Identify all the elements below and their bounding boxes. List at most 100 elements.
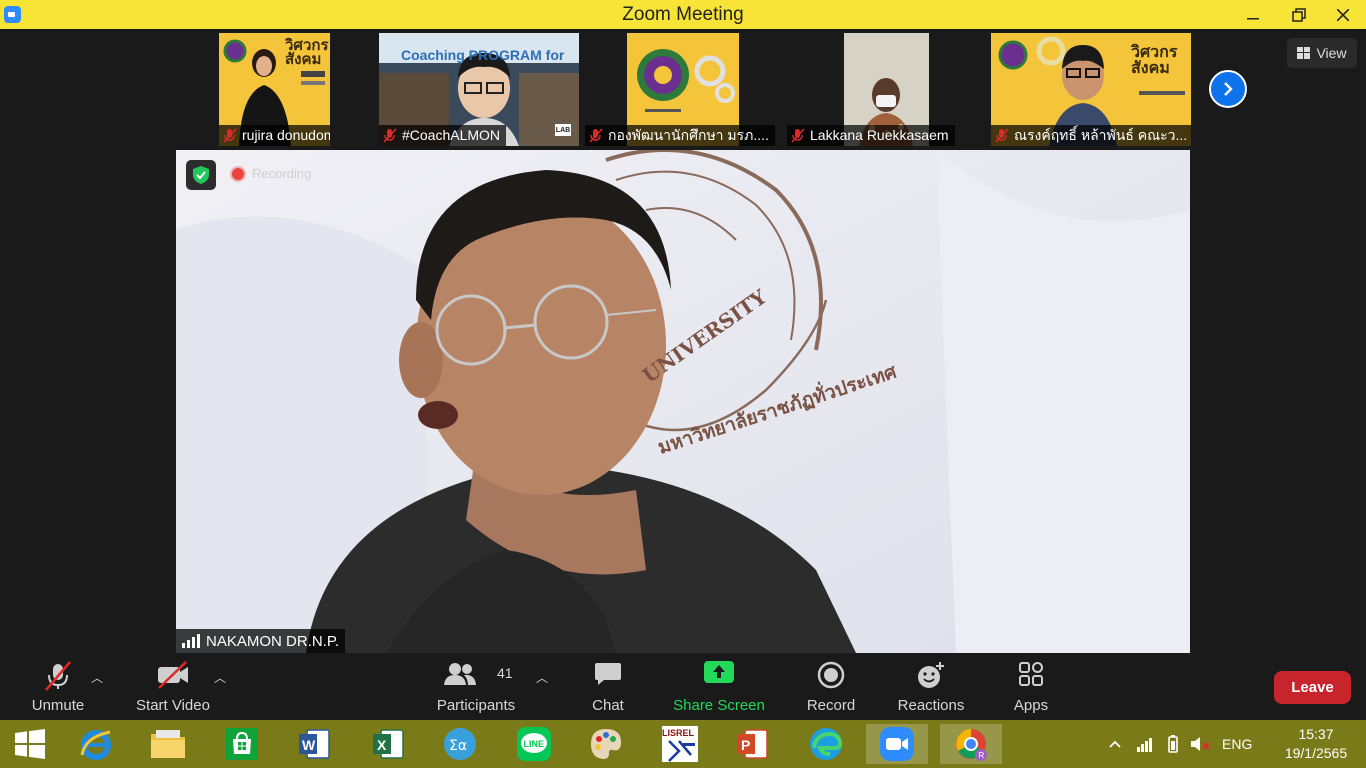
clock[interactable]: 15:37 19/1/2565	[1276, 725, 1356, 763]
clock-time: 15:37	[1298, 726, 1334, 742]
taskbar-zoom[interactable]	[866, 724, 928, 764]
close-button[interactable]	[1320, 0, 1366, 29]
word-icon: W	[299, 729, 330, 759]
record-button[interactable]: Record	[800, 653, 862, 720]
svg-text:W: W	[302, 737, 316, 753]
view-label: View	[1316, 45, 1347, 61]
chat-label: Chat	[592, 697, 624, 714]
share-screen-label: Share Screen	[673, 697, 765, 714]
edge-icon	[810, 728, 843, 760]
svg-text:LINE: LINE	[524, 739, 545, 749]
taskbar-store[interactable]	[222, 724, 262, 764]
muted-mic-icon	[223, 128, 237, 143]
svg-text:R: R	[979, 751, 985, 760]
network-signal-icon[interactable]	[1136, 736, 1154, 752]
participant-tile[interactable]: วิศวกร สังคม rujira donudom	[219, 33, 330, 146]
participants-options-caret-icon[interactable]: ︿	[536, 669, 548, 686]
input-language[interactable]: ENG	[1222, 736, 1252, 752]
share-screen-button[interactable]: Share Screen	[668, 653, 770, 720]
speaker-name-label: NAKAMON DR.N.P.	[176, 629, 346, 653]
clock-date: 19/1/2565	[1284, 745, 1348, 761]
speaker-name: NAKAMON DR.N.P.	[206, 632, 340, 650]
signal-strength-icon	[182, 634, 200, 648]
meeting-toolbar: Unmute ︿ Start Video ︿ 41 Participants ︿…	[0, 653, 1366, 720]
video-options-caret-icon[interactable]: ︿	[214, 669, 226, 686]
svg-text:Σα: Σα	[449, 738, 467, 754]
active-speaker-video[interactable]: UNIVERSITY มหาวิทยาลัยราชภัฏทั่วประเทศ R…	[176, 150, 1190, 653]
muted-mic-icon	[589, 128, 603, 143]
powerpoint-icon: P	[737, 729, 768, 759]
volume-muted-icon[interactable]	[1190, 735, 1210, 753]
poster-text: Coaching PROGRAM for	[401, 47, 565, 63]
line-app-icon: LINE	[517, 727, 551, 761]
math-input-icon: Σα	[444, 728, 476, 760]
minimize-button[interactable]	[1230, 0, 1276, 29]
taskbar-powerpoint[interactable]: P	[732, 724, 772, 764]
chat-icon	[595, 663, 621, 685]
reactions-button[interactable]: Reactions	[892, 653, 970, 720]
poster-text: วิศวกร สังคม	[1131, 44, 1178, 77]
participant-tile[interactable]: Lakkana Ruekkasaem	[787, 33, 971, 146]
taskbar-lisrel[interactable]: LISREL	[660, 724, 700, 764]
security-shield-button[interactable]	[186, 160, 216, 190]
svg-text:P: P	[741, 737, 750, 753]
muted-mic-icon	[45, 661, 71, 691]
participant-name-label: #CoachALMON	[379, 125, 507, 146]
svg-text:X: X	[377, 737, 387, 753]
close-icon	[1337, 8, 1349, 21]
muted-mic-icon	[995, 128, 1009, 143]
participant-name-label: ณรงค์ฤทธิ์ หล้าพันธ์ คณะว...	[991, 125, 1191, 146]
taskbar-file-explorer[interactable]	[148, 724, 188, 764]
paint-palette-icon	[591, 729, 622, 759]
participant-name: กองพัฒนานักศึกษา มรภ....	[608, 127, 769, 143]
taskbar-edge[interactable]	[806, 724, 846, 764]
reactions-label: Reactions	[897, 697, 965, 714]
view-button[interactable]: View	[1287, 38, 1357, 68]
maximize-button[interactable]	[1276, 0, 1322, 29]
excel-icon: X	[373, 729, 404, 759]
participant-name: #CoachALMON	[402, 127, 501, 143]
apps-button[interactable]: Apps	[1006, 653, 1056, 720]
taskbar-word[interactable]: W	[294, 724, 334, 764]
minimize-icon	[1247, 17, 1259, 19]
window-title: Zoom Meeting	[622, 4, 744, 25]
zoom-app-icon	[880, 727, 914, 761]
taskbar: W X Σα LINE LISREL P R ENG 15:37 19/1/25…	[0, 720, 1366, 768]
grid-view-icon	[1297, 47, 1311, 59]
taskbar-line[interactable]: LINE	[514, 724, 554, 764]
battery-icon[interactable]	[1164, 735, 1182, 753]
lisrel-icon: LISREL	[662, 726, 698, 762]
unmute-button[interactable]: Unmute	[20, 653, 96, 720]
folder-icon	[151, 730, 185, 758]
participant-name-label: กองพัฒนานักศึกษา มรภ....	[585, 125, 775, 146]
record-label: Record	[806, 697, 856, 714]
poster-text: วิศวกร สังคม	[285, 37, 329, 68]
taskbar-excel[interactable]: X	[368, 724, 408, 764]
apps-label: Apps	[1013, 697, 1049, 714]
next-page-button[interactable]	[1209, 70, 1247, 108]
record-icon	[817, 661, 845, 689]
participants-button[interactable]: 41 Participants	[432, 653, 520, 720]
chat-button[interactable]: Chat	[580, 653, 636, 720]
participant-tile[interactable]: Coaching PROGRAM for LAB #CoachALMON	[379, 33, 579, 146]
muted-mic-icon	[791, 128, 805, 143]
leave-button[interactable]: Leave	[1274, 671, 1351, 704]
start-video-button[interactable]: Start Video	[130, 653, 216, 720]
audio-options-caret-icon[interactable]: ︿	[91, 669, 103, 686]
recording-indicator[interactable]: Recording	[232, 166, 311, 181]
participants-label: Participants	[436, 697, 516, 714]
store-icon	[226, 728, 258, 760]
taskbar-chrome[interactable]: R	[940, 724, 1002, 764]
taskbar-paint[interactable]	[586, 724, 626, 764]
start-button[interactable]	[10, 724, 50, 764]
taskbar-math-input[interactable]: Σα	[440, 724, 480, 764]
participant-count: 41	[497, 665, 513, 681]
show-hidden-icons-icon[interactable]	[1108, 739, 1122, 749]
taskbar-internet-explorer[interactable]	[76, 724, 116, 764]
unmute-label: Unmute	[31, 697, 85, 714]
title-bar: Zoom Meeting	[0, 0, 1366, 29]
participant-name-label: Lakkana Ruekkasaem	[787, 125, 955, 146]
reactions-icon	[918, 662, 944, 688]
participant-tile[interactable]: กองพัฒนานักศึกษา มรภ....	[585, 33, 780, 146]
participant-tile[interactable]: วิศวกร สังคม ณรงค์ฤทธิ์ หล้าพันธ์ คณะว..…	[991, 33, 1191, 146]
